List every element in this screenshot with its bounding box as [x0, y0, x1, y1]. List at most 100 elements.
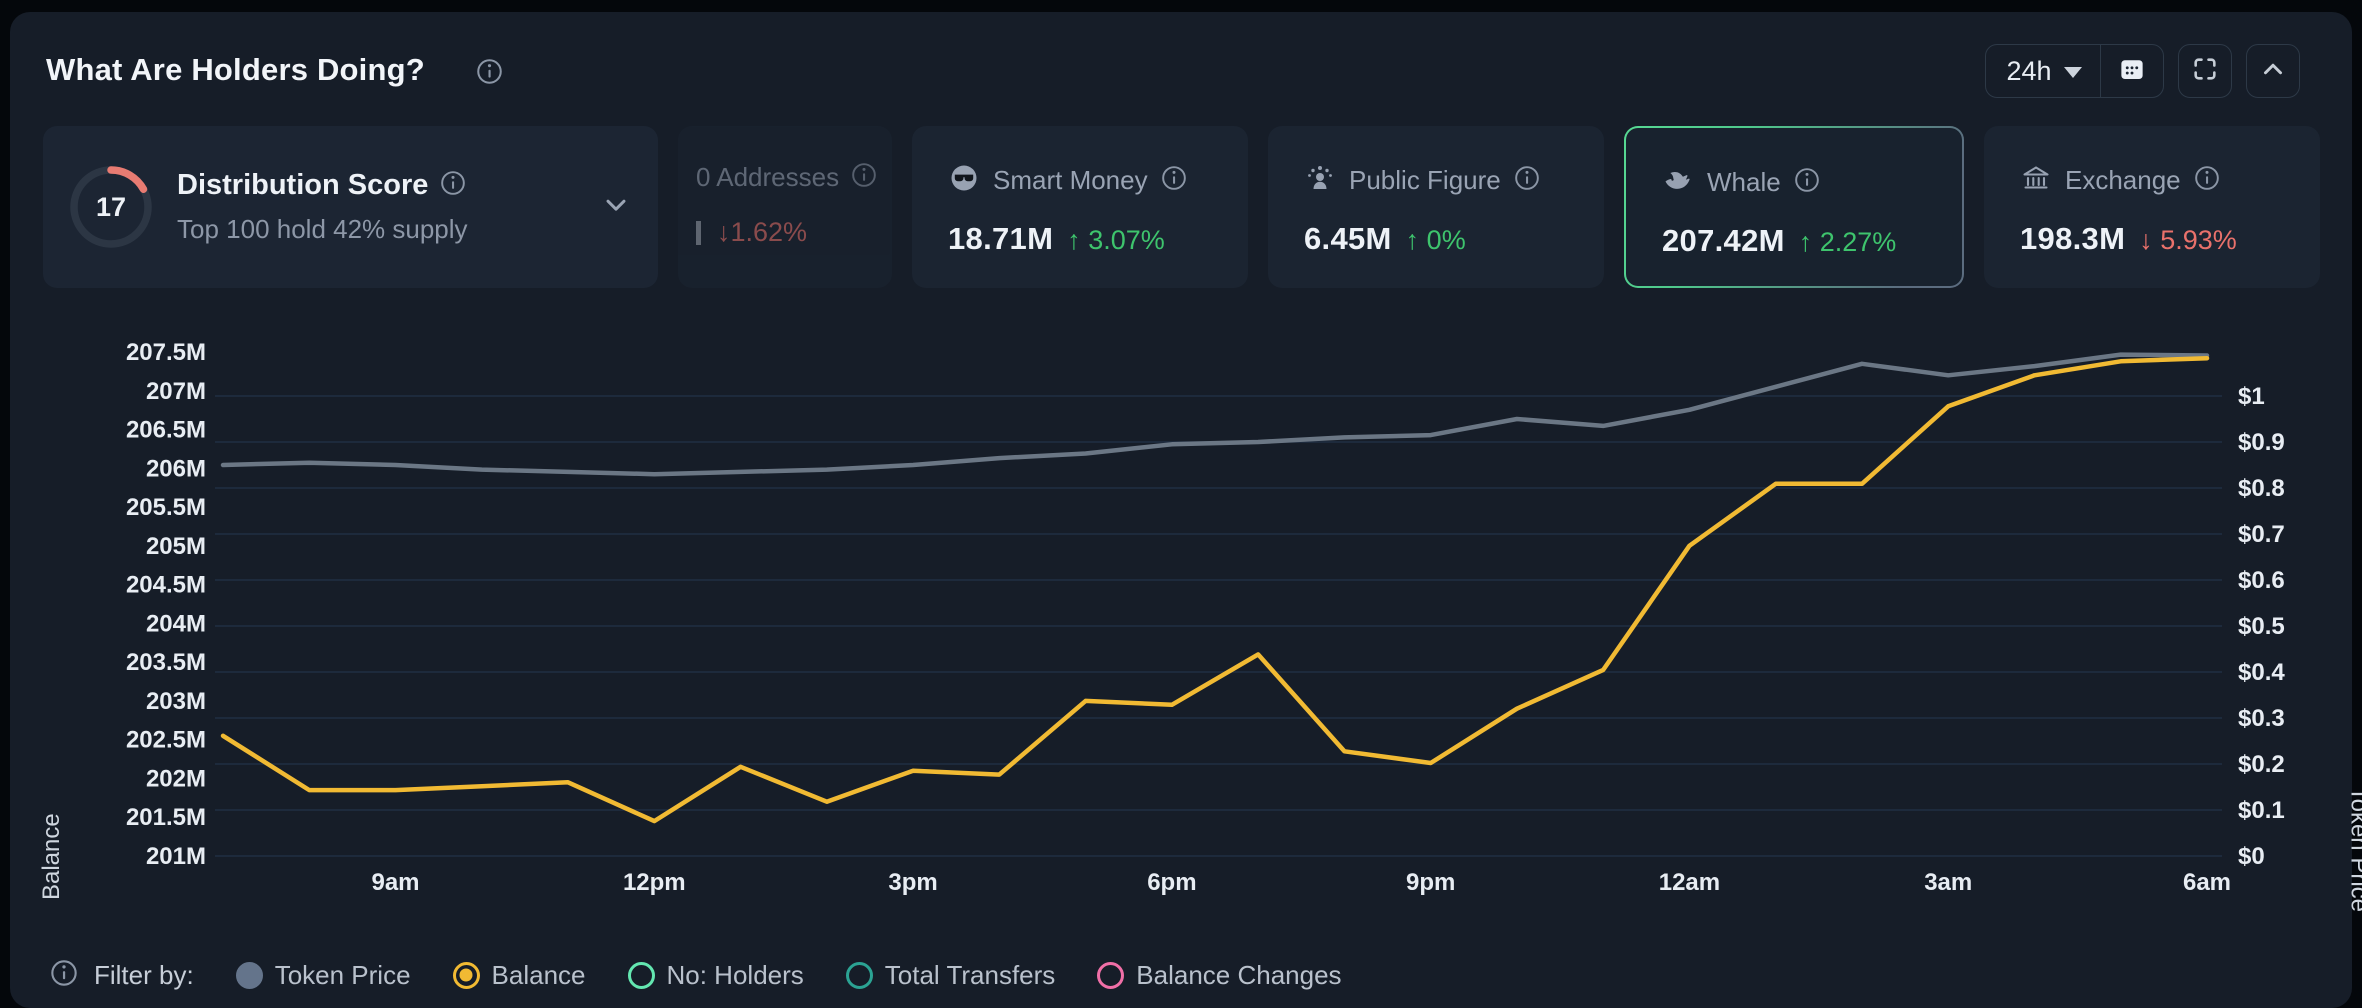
token-price-axis-title: Token Price: [2344, 787, 2362, 912]
svg-text:$0.2: $0.2: [2238, 751, 2285, 778]
stat-title: Public Figure: [1349, 165, 1501, 196]
legend-item-no-holders[interactable]: No: Holders: [628, 960, 804, 991]
svg-text:$0.8: $0.8: [2238, 475, 2285, 502]
svg-text:$0.4: $0.4: [2238, 659, 2285, 686]
info-icon[interactable]: [50, 959, 78, 992]
info-icon[interactable]: [1794, 167, 1820, 198]
distribution-score-title: Distribution Score: [177, 169, 428, 202]
stat-value: 18.71M: [948, 221, 1053, 257]
smart-money-icon: [948, 162, 980, 199]
exchange-card[interactable]: Exchange 198.3M ↓ 5.93%: [1984, 126, 2320, 288]
chevron-up-icon: [2258, 54, 2288, 89]
svg-text:207.5M: 207.5M: [126, 339, 206, 366]
legend-item-total-transfers[interactable]: Total Transfers: [846, 960, 1056, 991]
svg-text:$0: $0: [2238, 843, 2265, 870]
fullscreen-button[interactable]: [2178, 44, 2232, 98]
time-range-dropdown[interactable]: 24h: [1986, 45, 2099, 97]
info-icon[interactable]: [851, 162, 877, 193]
stat-title: Exchange: [2065, 165, 2181, 196]
svg-text:205M: 205M: [146, 533, 206, 560]
info-icon[interactable]: [1161, 165, 1187, 196]
svg-text:$0.9: $0.9: [2238, 429, 2285, 456]
svg-text:$0.7: $0.7: [2238, 521, 2285, 548]
svg-text:3pm: 3pm: [888, 869, 937, 896]
info-icon[interactable]: [440, 170, 466, 201]
addresses-card-title: 0 Addresses: [696, 162, 839, 193]
fullscreen-icon: [2191, 55, 2219, 88]
exchange-icon: [2020, 162, 2052, 199]
stat-value: 6.45M: [1304, 221, 1392, 257]
stat-cards-row: 17 Distribution Score Top 100 hold 42% s…: [43, 126, 2320, 288]
time-range-value: 24h: [2006, 56, 2051, 87]
holders-chart: 207.5M 207M 206.5M 206M 205.5M 205M 204.5M 204M…: [10, 312, 2362, 912]
stat-delta: ↑ 2.27%: [1799, 227, 1897, 258]
chart-legend: Filter by: Token Price Balance No: Holde…: [50, 950, 1342, 1000]
chevron-down-icon: [2064, 67, 2082, 78]
svg-text:201.5M: 201.5M: [126, 804, 206, 831]
addresses-delta: ↓1.62%: [717, 217, 807, 248]
svg-text:201M: 201M: [146, 843, 206, 870]
info-icon[interactable]: [2194, 165, 2220, 196]
title-info-icon[interactable]: [476, 58, 503, 90]
collapse-button[interactable]: [2246, 44, 2300, 98]
svg-text:$0.5: $0.5: [2238, 613, 2285, 640]
svg-text:6am: 6am: [2183, 869, 2231, 896]
svg-text:202M: 202M: [146, 765, 206, 792]
chevron-down-icon[interactable]: [600, 189, 632, 226]
svg-text:203.5M: 203.5M: [126, 649, 206, 676]
stat-title: Whale: [1707, 167, 1781, 198]
svg-text:207M: 207M: [146, 378, 206, 405]
public-figure-card[interactable]: Public Figure 6.45M ↑ 0%: [1268, 126, 1604, 288]
svg-text:205.5M: 205.5M: [126, 494, 206, 521]
header-controls: 24h: [1985, 44, 2300, 98]
page-title: What Are Holders Doing?: [46, 52, 425, 88]
svg-text:6pm: 6pm: [1147, 869, 1196, 896]
total-transfers-swatch: [846, 962, 873, 989]
distribution-score-card[interactable]: 17 Distribution Score Top 100 hold 42% s…: [43, 126, 658, 288]
svg-text:206.5M: 206.5M: [126, 417, 206, 444]
svg-text:203M: 203M: [146, 688, 206, 715]
svg-text:$0.3: $0.3: [2238, 705, 2285, 732]
svg-text:$0.1: $0.1: [2238, 797, 2285, 824]
distribution-score-value: 17: [67, 163, 155, 251]
public-figure-icon: [1304, 162, 1336, 199]
time-range-control: 24h: [1985, 44, 2164, 98]
chart-region[interactable]: 207.5M 207M 206.5M 206M 205.5M 205M 204.5M 204M…: [10, 312, 2362, 912]
distribution-score-subtitle: Top 100 hold 42% supply: [177, 214, 468, 245]
widget-header: What Are Holders Doing? 24h: [46, 44, 2322, 100]
svg-text:9pm: 9pm: [1406, 869, 1455, 896]
svg-text:204M: 204M: [146, 610, 206, 637]
stat-value: 198.3M: [2020, 221, 2125, 257]
svg-text:3am: 3am: [1924, 869, 1972, 896]
balance-swatch: [453, 962, 480, 989]
balance-changes-swatch: [1097, 962, 1124, 989]
svg-text:12am: 12am: [1659, 869, 1720, 896]
no-holders-swatch: [628, 962, 655, 989]
stat-value: 207.42M: [1662, 223, 1785, 259]
legend-item-balance[interactable]: Balance: [453, 960, 586, 991]
stat-delta: ↑ 0%: [1406, 225, 1466, 256]
whale-card-selected-border: Whale 207.42M ↑ 2.27%: [1624, 126, 1964, 288]
legend-item-balance-changes[interactable]: Balance Changes: [1097, 960, 1341, 991]
filter-by-label: Filter by:: [94, 960, 194, 991]
legend-item-token-price[interactable]: Token Price: [236, 960, 411, 991]
addresses-card[interactable]: 0 Addresses ↓1.62%: [678, 126, 892, 288]
svg-text:206M: 206M: [146, 455, 206, 482]
svg-text:204.5M: 204.5M: [126, 572, 206, 599]
balance-axis-title: Balance: [38, 813, 66, 900]
clipped-text-fragment: [696, 221, 701, 245]
whale-card[interactable]: Whale 207.42M ↑ 2.27%: [1626, 128, 1962, 286]
holders-widget: What Are Holders Doing? 24h: [10, 12, 2352, 1008]
svg-text:202.5M: 202.5M: [126, 727, 206, 754]
svg-text:12pm: 12pm: [623, 869, 686, 896]
calendar-button[interactable]: [2101, 45, 2163, 97]
whale-icon: [1662, 164, 1694, 201]
info-icon[interactable]: [1514, 165, 1540, 196]
stat-delta: ↑ 3.07%: [1067, 225, 1165, 256]
smart-money-card[interactable]: Smart Money 18.71M ↑ 3.07%: [912, 126, 1248, 288]
distribution-score-gauge: 17: [67, 163, 155, 251]
token-price-swatch: [236, 962, 263, 989]
svg-text:$1: $1: [2238, 383, 2265, 410]
stat-title: Smart Money: [993, 165, 1148, 196]
calendar-icon: [2117, 54, 2147, 89]
